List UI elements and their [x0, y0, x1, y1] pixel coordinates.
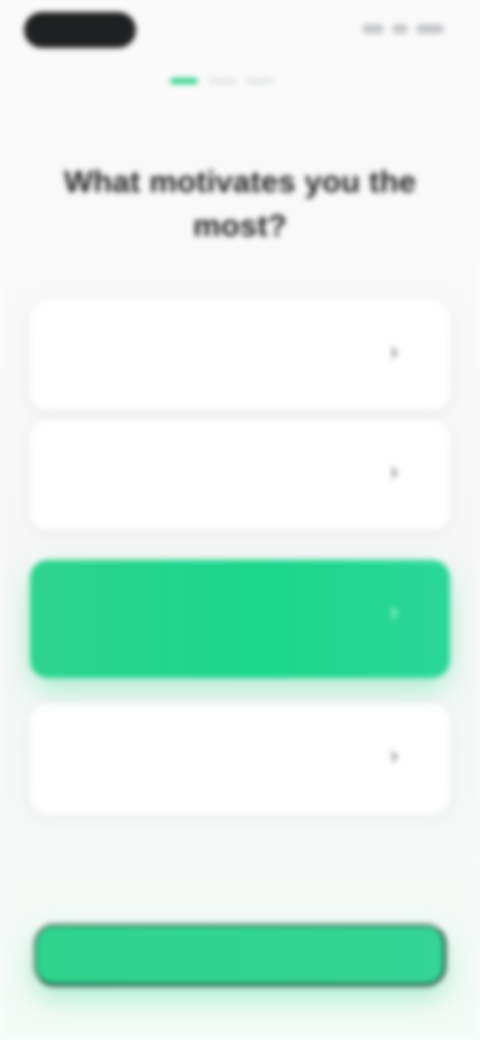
wifi-icon	[392, 24, 408, 34]
progress-step-3	[246, 78, 274, 84]
chevron-right-icon: ›	[390, 742, 398, 769]
onboarding-screen: What motivates you the most? › › › ›	[0, 0, 480, 1040]
progress-step-1	[170, 78, 198, 84]
status-pill	[24, 12, 136, 48]
option-card-4[interactable]: ›	[30, 704, 450, 814]
chevron-right-icon: ›	[390, 458, 398, 485]
option-card-3-selected[interactable]: ›	[30, 560, 450, 678]
chevron-right-icon: ›	[390, 598, 398, 625]
signal-icon	[362, 24, 384, 34]
option-card-2[interactable]: ›	[30, 420, 450, 530]
top-bar	[0, 0, 480, 70]
continue-button[interactable]	[34, 924, 446, 986]
page-title: What motivates you the most?	[63, 164, 417, 243]
status-indicators	[362, 24, 452, 34]
progress-step-2	[208, 78, 236, 84]
chevron-right-icon: ›	[390, 338, 398, 365]
progress-indicator	[170, 78, 274, 84]
option-card-1[interactable]: ›	[30, 300, 450, 410]
battery-icon	[416, 24, 444, 34]
